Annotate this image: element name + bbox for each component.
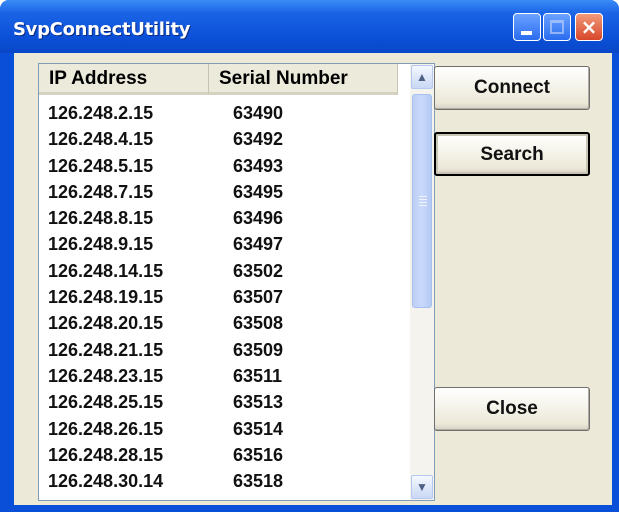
list-rows: 126.248.2.15 63490 126.248.4.15 63492 126.24…	[39, 100, 398, 494]
list-item[interactable]: 126.248.20.15 63508	[39, 310, 398, 336]
scroll-down-button[interactable]: ▼	[411, 475, 433, 499]
ip-address-cell: 126.248.21.15	[48, 339, 164, 360]
serial-number-cell: 63490	[233, 103, 284, 123]
ip-address-cell: 126.248.19.15	[48, 287, 164, 308]
serial-number-cell: 63492	[233, 129, 284, 150]
ip-address-cell: 126.248.20.15	[48, 313, 164, 334]
serial-number-cell: 63509	[233, 339, 284, 360]
list-item[interactable]: 126.248.9.15 63497	[39, 231, 398, 257]
list-item[interactable]: 126.248.14.15 63502	[39, 258, 398, 284]
chevron-down-icon: ▼	[416, 480, 428, 494]
minimize-button[interactable]	[513, 13, 541, 41]
close-icon: ×	[580, 15, 598, 39]
ip-address-cell: 126.248.14.15	[48, 260, 164, 281]
scroll-thumb[interactable]	[412, 94, 432, 308]
ip-address-cell: 126.248.5.15	[48, 155, 154, 176]
list-item[interactable]: 126.248.23.15 63511	[39, 363, 398, 389]
ip-address-cell: 126.248.25.15	[48, 392, 164, 413]
serial-number-cell: 63518	[233, 471, 284, 492]
vertical-scrollbar[interactable]: ▲ ▼	[410, 64, 434, 500]
list-item[interactable]: 126.248.8.15 63496	[39, 205, 398, 231]
list-item[interactable]: 126.248.5.15 63493	[39, 153, 398, 179]
serial-number-cell: 63513	[233, 392, 284, 413]
list-item[interactable]: 126.248.19.15 63507	[39, 284, 398, 310]
list-item[interactable]: 126.248.2.15 63490	[39, 100, 398, 126]
list-item[interactable]: 126.248.26.15 63514	[39, 416, 398, 442]
column-header-serial-number[interactable]: Serial Number	[209, 64, 398, 95]
device-list[interactable]: IP Address Serial Number 126.248.2.15 634…	[38, 63, 435, 501]
grip-icon	[419, 196, 427, 206]
maximize-button[interactable]	[543, 13, 571, 41]
serial-number-cell: 63507	[233, 287, 284, 308]
serial-number-cell: 63497	[233, 234, 284, 255]
list-item[interactable]: 126.248.4.15 63492	[39, 126, 398, 152]
serial-number-cell: 63496	[233, 208, 284, 229]
minimize-icon	[521, 31, 532, 35]
ip-address-cell: 126.248.30.14	[48, 471, 164, 492]
maximize-icon	[550, 20, 564, 34]
ip-address-cell: 126.248.28.15	[48, 444, 164, 465]
list-item[interactable]: 126.248.7.15 63495	[39, 179, 398, 205]
serial-number-cell: 63508	[233, 313, 284, 334]
scroll-up-button[interactable]: ▲	[411, 65, 433, 89]
dialog-body: IP Address Serial Number 126.248.2.15 634…	[14, 53, 612, 505]
serial-number-cell: 63493	[233, 155, 284, 176]
connect-button[interactable]: Connect	[434, 66, 590, 110]
serial-number-cell: 63514	[233, 418, 284, 439]
ip-address-cell: 126.248.9.15	[48, 234, 154, 255]
search-button[interactable]: Search	[434, 132, 590, 176]
list-item[interactable]: 126.248.30.14 63518	[39, 468, 398, 494]
serial-number-cell: 63511	[233, 365, 283, 386]
app-window: SvpConnectUtility × IP Address Serial Nu…	[0, 0, 619, 512]
window-title: SvpConnectUtility	[13, 19, 191, 40]
column-header-ip-address[interactable]: IP Address	[39, 64, 209, 95]
ip-address-cell: 126.248.4.15	[48, 129, 154, 150]
list-header: IP Address Serial Number	[39, 64, 398, 95]
serial-number-cell: 63495	[233, 181, 284, 202]
ip-address-cell: 126.248.8.15	[48, 208, 154, 229]
list-item[interactable]: 126.248.25.15 63513	[39, 389, 398, 415]
ip-address-cell: 126.248.26.15	[48, 418, 164, 439]
ip-address-cell: 126.248.7.15	[48, 181, 154, 202]
list-item[interactable]: 126.248.21.15 63509	[39, 337, 398, 363]
ip-address-cell: 126.248.23.15	[48, 365, 164, 386]
list-item[interactable]: 126.248.28.15 63516	[39, 442, 398, 468]
close-window-button[interactable]: ×	[575, 13, 603, 41]
chevron-up-icon: ▲	[416, 70, 428, 84]
ip-address-cell: 126.248.2.15	[48, 103, 154, 123]
close-button[interactable]: Close	[434, 387, 590, 431]
serial-number-cell: 63502	[233, 260, 284, 281]
serial-number-cell: 63516	[233, 444, 284, 465]
title-bar[interactable]: SvpConnectUtility ×	[0, 0, 619, 53]
